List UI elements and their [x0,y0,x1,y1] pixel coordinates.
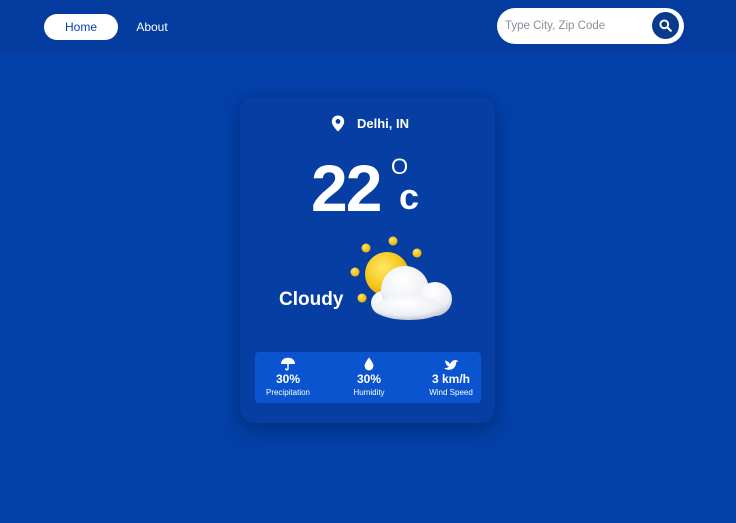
search-icon [659,19,672,32]
search-button[interactable] [652,12,679,39]
stat-wind-speed: 3 km/h Wind Speed [422,352,480,403]
stat-label: Precipitation [265,388,311,397]
location-name: Delhi, IN [357,116,410,131]
location-pin-icon [331,115,345,132]
weather-condition: Cloudy [279,289,344,310]
umbrella-icon [281,357,295,371]
stat-value: 30% [356,372,382,386]
weather-stats-panel: 30% Precipitation 30% Humidity 3 km/h Wi… [255,352,481,403]
weather-card: Delhi, IN 22 O c Cloudy 30% Precipitatio… [240,97,495,423]
location: Delhi, IN [240,114,495,134]
temperature-unit: c [399,176,420,217]
droplet-icon [364,357,374,371]
stat-humidity: 30% Humidity [339,352,399,403]
nav-about-link[interactable]: About [128,14,176,40]
temperature-value: 22 [311,151,382,225]
stat-label: Humidity [353,388,385,397]
search-input[interactable] [505,16,645,36]
bird-icon [444,360,458,370]
nav-home-button[interactable]: Home [44,14,118,40]
stat-value: 3 km/h [431,372,470,386]
navbar: Home About [0,0,736,52]
sun-behind-cloud-icon [350,236,452,320]
stat-label: Wind Speed [429,388,473,397]
stat-value: 30% [275,372,301,386]
stat-precipitation: 30% Precipitation [255,352,321,403]
